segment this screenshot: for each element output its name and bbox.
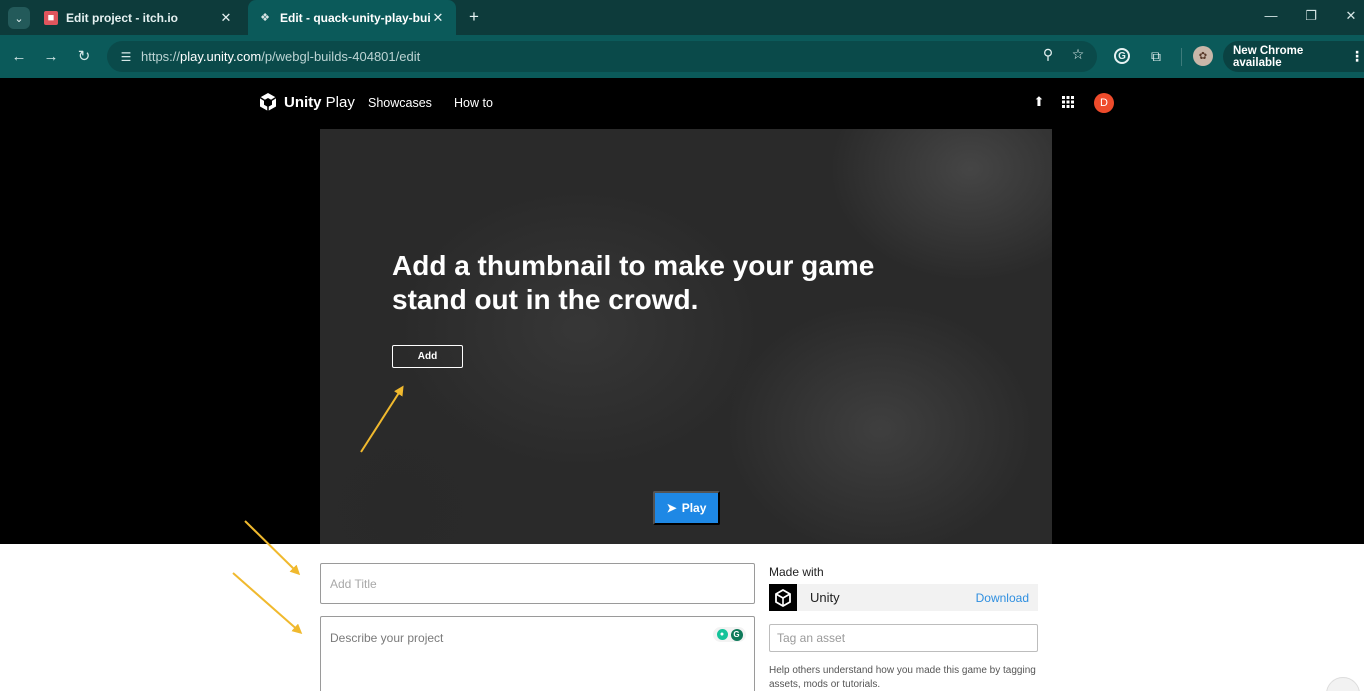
update-label: New Chrome available — [1233, 44, 1304, 69]
zoom-search-icon[interactable]: ⚲ — [1038, 46, 1058, 63]
hero-title: Add a thumbnail to make your game stand … — [392, 250, 875, 315]
nav-showcases[interactable]: Showcases — [368, 96, 432, 110]
grammarly-icon[interactable]: G — [730, 628, 743, 641]
project-title-input[interactable] — [320, 563, 755, 604]
arrow-to-description-field — [232, 572, 303, 634]
play-button[interactable]: ➤ Play — [653, 491, 720, 525]
toolbar-separator — [1181, 48, 1182, 66]
unity-logo-shape — [775, 588, 791, 607]
browser-toolbar: ← → ↻ ☰ https://play.unity.com/p/webgl-b… — [0, 35, 1364, 78]
tab-title: Edit - quack-unity-play-build — [280, 10, 430, 25]
browser-tab-unity-play[interactable]: ❖ Edit - quack-unity-play-build ✕ — [248, 0, 456, 35]
project-description-input[interactable] — [320, 616, 755, 691]
browser-tab-strip: ⌄ ■ Edit project - itch.io ✕ ❖ Edit - qu… — [0, 0, 1364, 35]
itch-icon: ■ — [44, 10, 58, 25]
window-close-icon[interactable]: ✕ — [1341, 8, 1361, 24]
grid-dots — [1062, 96, 1074, 108]
unity-icon: ❖ — [260, 12, 270, 24]
tab-close-icon[interactable]: ✕ — [218, 10, 234, 26]
unity-cube-icon — [259, 93, 277, 111]
engine-row: Unity Download — [769, 584, 1038, 611]
address-bar[interactable]: ☰ https://play.unity.com/p/webgl-builds-… — [107, 41, 1097, 72]
download-link[interactable]: Download — [976, 591, 1029, 605]
window-minimize-icon[interactable]: — — [1261, 8, 1281, 23]
tab-search-chevron-icon[interactable]: ⌄ — [8, 7, 30, 29]
url-text: https://play.unity.com/p/webgl-builds-40… — [141, 49, 421, 64]
play-label: Play — [681, 501, 707, 515]
engine-name: Unity — [810, 590, 840, 605]
thumbnail-hero: Add a thumbnail to make your game stand … — [320, 129, 1052, 544]
tab-title: Edit project - itch.io — [66, 10, 179, 25]
site-settings-icon[interactable]: ☰ — [117, 50, 135, 64]
upload-icon[interactable]: ⬆ — [1031, 94, 1047, 110]
play-icon: ➤ — [666, 501, 677, 515]
help-widget-button[interactable] — [1326, 677, 1360, 691]
chrome-update-button[interactable]: New Chrome available ⋮ — [1223, 41, 1364, 72]
bookmark-star-icon[interactable]: ☆ — [1068, 46, 1088, 63]
tab-close-icon[interactable]: ✕ — [430, 10, 446, 26]
extensions-puzzle-icon[interactable]: ⧉ — [1146, 46, 1166, 66]
made-with-label: Made with — [769, 565, 824, 579]
unity-logo-icon — [769, 584, 797, 611]
nav-how-to[interactable]: How to — [454, 96, 493, 110]
apps-grid-icon[interactable] — [1060, 94, 1076, 110]
grammarly-extension-icon[interactable]: G — [1114, 48, 1130, 64]
tag-asset-input[interactable] — [769, 624, 1038, 652]
unity-play-logo[interactable]: Unity Play — [258, 92, 355, 112]
brand-text: Unity Play — [284, 93, 355, 111]
add-thumbnail-button[interactable]: Add — [392, 345, 463, 368]
window-restore-icon[interactable]: ❐ — [1301, 8, 1321, 24]
forward-arrow-icon[interactable]: → — [41, 46, 61, 66]
grammarly-badges[interactable]: ● G — [713, 627, 746, 642]
browser-tab-itch[interactable]: ■ Edit project - itch.io ✕ — [34, 0, 244, 35]
reload-icon[interactable]: ↻ — [74, 46, 94, 66]
new-tab-plus-icon[interactable]: + — [464, 7, 484, 27]
more-menu-icon[interactable]: ⋮ — [1350, 48, 1364, 65]
back-arrow-icon[interactable]: ← — [9, 46, 29, 66]
user-avatar[interactable]: D — [1094, 93, 1114, 113]
grammarly-suggestion-icon[interactable]: ● — [716, 629, 728, 640]
profile-avatar-icon[interactable]: ✿ — [1193, 46, 1213, 66]
tag-help-text: Help others understand how you made this… — [769, 665, 1036, 690]
